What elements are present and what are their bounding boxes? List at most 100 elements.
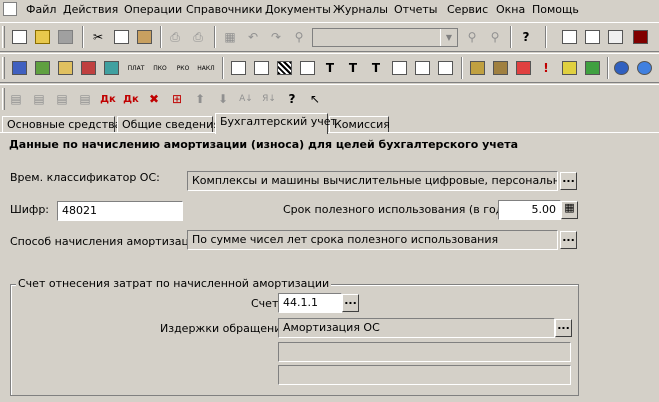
toolbar-separator xyxy=(510,26,512,48)
print-preview-icon[interactable]: ⎙ xyxy=(188,27,208,47)
costs-select-button[interactable]: ... xyxy=(555,319,572,337)
report-chess-icon[interactable] xyxy=(274,58,294,78)
search-combo[interactable]: ▼ xyxy=(312,28,458,47)
report-analysis-icon[interactable] xyxy=(435,58,455,78)
add-row-icon[interactable]: ▤ xyxy=(6,89,26,109)
report-text-icon[interactable]: T xyxy=(320,58,340,78)
report-balance-icon[interactable] xyxy=(228,58,248,78)
references-toolbar: ПЛАТ ПКО РКО НАКЛ T T T ! xyxy=(0,53,659,83)
toolbar-separator xyxy=(82,26,84,48)
book-icon[interactable] xyxy=(630,27,650,47)
find-icon[interactable]: ⚲ xyxy=(289,27,309,47)
tool-settings-icon[interactable] xyxy=(490,58,510,78)
menu-operations[interactable]: Операции xyxy=(124,3,182,16)
account-select-button[interactable]: ... xyxy=(342,294,359,312)
payment-order-icon[interactable]: ПЛАТ xyxy=(124,58,148,78)
account-card-icon[interactable] xyxy=(78,58,98,78)
chart-of-accounts-icon[interactable] xyxy=(9,58,29,78)
save-icon[interactable] xyxy=(55,27,75,47)
method-select-button[interactable]: ... xyxy=(560,231,577,249)
menu-references[interactable]: Справочники xyxy=(186,3,262,16)
tab-fixed-assets[interactable]: Основные средства xyxy=(2,116,121,133)
invoice-icon[interactable]: НАКЛ xyxy=(196,58,216,78)
tool-mail-icon[interactable] xyxy=(559,58,579,78)
menu-service[interactable]: Сервис xyxy=(447,3,488,16)
tab-commission[interactable]: Комиссия xyxy=(329,116,390,133)
redo-icon[interactable]: ↷ xyxy=(266,27,286,47)
mark-delete-icon[interactable]: ✖ xyxy=(144,89,164,109)
menu-documents[interactable]: Документы xyxy=(265,3,331,16)
report-chart-icon[interactable] xyxy=(412,58,432,78)
edit-row-icon[interactable]: ▤ xyxy=(75,89,95,109)
menu-journals[interactable]: Журналы xyxy=(333,3,388,16)
menu-actions[interactable]: Действия xyxy=(63,3,118,16)
calculator-button[interactable]: ▦ xyxy=(561,201,578,219)
copy-icon[interactable] xyxy=(111,27,131,47)
tool-internet-icon[interactable] xyxy=(634,58,654,78)
menu-windows[interactable]: Окна xyxy=(496,3,525,16)
tool-globe-icon[interactable] xyxy=(611,58,631,78)
delete-row-icon[interactable]: ▤ xyxy=(52,89,72,109)
tool-export-icon[interactable] xyxy=(582,58,602,78)
report-grid-icon[interactable] xyxy=(297,58,317,78)
undo-icon[interactable]: ↶ xyxy=(243,27,263,47)
help-icon[interactable]: ? xyxy=(516,27,536,47)
expense-order-icon[interactable]: РКО xyxy=(173,58,193,78)
sort-descending-icon[interactable]: Я↓ xyxy=(259,89,279,109)
debit-credit-icon[interactable]: Дк xyxy=(98,89,118,109)
report-text3-icon[interactable]: T xyxy=(366,58,386,78)
tool-1c-icon[interactable] xyxy=(513,58,533,78)
classifier-field[interactable]: Комплексы и машины вычислительные цифров… xyxy=(187,171,558,191)
subconto-field-3[interactable] xyxy=(278,365,571,385)
properties-icon[interactable]: ▦ xyxy=(220,27,240,47)
search-next-icon[interactable]: ⚲ xyxy=(462,27,482,47)
cut-icon[interactable]: ✂ xyxy=(88,27,108,47)
toolbar-grip[interactable] xyxy=(2,26,5,48)
menu-file[interactable]: Файл xyxy=(26,3,56,16)
standard-toolbar: ✂ ⎙ ⎙ ▦ ↶ ↷ ⚲ ▼ ⚲ ⚲ ? xyxy=(0,22,659,52)
report-turnover-icon[interactable] xyxy=(251,58,271,78)
report-sheet-icon[interactable] xyxy=(389,58,409,78)
copy-row-icon[interactable]: ⊞ xyxy=(167,89,187,109)
tab-general-info[interactable]: Общие сведения xyxy=(117,116,220,133)
toolbar-grip[interactable] xyxy=(2,57,5,79)
calculator-icon[interactable] xyxy=(559,27,579,47)
section-title: Данные по начислению амортизации (износа… xyxy=(9,138,519,151)
receipt-order-icon[interactable]: ПКО xyxy=(150,58,170,78)
insert-row-icon[interactable]: ▤ xyxy=(29,89,49,109)
tool-users-icon[interactable] xyxy=(467,58,487,78)
account-label: Счет xyxy=(251,297,279,310)
app-icon[interactable] xyxy=(3,2,17,16)
tool-alarm-icon[interactable]: ! xyxy=(536,58,556,78)
menu-reports[interactable]: Отчеты xyxy=(394,3,437,16)
calendar-icon[interactable] xyxy=(582,27,602,47)
sort-ascending-icon[interactable]: A↓ xyxy=(236,89,256,109)
toolbar-grip[interactable] xyxy=(2,88,5,110)
move-down-icon[interactable]: ⬇ xyxy=(213,89,233,109)
method-field[interactable]: По сумме чисел лет срока полезного испол… xyxy=(187,230,558,250)
credit-debit-icon[interactable]: Дк xyxy=(121,89,141,109)
costs-field[interactable]: Амортизация ОС xyxy=(278,318,555,338)
paste-icon[interactable] xyxy=(134,27,154,47)
operations-icon[interactable] xyxy=(32,58,52,78)
tab-accounting[interactable]: Бухгалтерский учет xyxy=(215,113,337,134)
code-field[interactable]: 48021 xyxy=(57,201,183,221)
context-help-icon[interactable]: ? xyxy=(282,89,302,109)
report-text2-icon[interactable]: T xyxy=(343,58,363,78)
notes-icon[interactable] xyxy=(605,27,625,47)
subconto-field-2[interactable] xyxy=(278,342,571,362)
costs-label: Издержки обращения xyxy=(160,322,288,335)
move-up-icon[interactable]: ⬆ xyxy=(190,89,210,109)
print-icon[interactable]: ⎙ xyxy=(165,27,185,47)
classifier-select-button[interactable]: ... xyxy=(560,172,577,190)
journal-icon[interactable] xyxy=(55,58,75,78)
search-prev-icon[interactable]: ⚲ xyxy=(485,27,505,47)
account-field[interactable]: 44.1.1 xyxy=(278,293,342,313)
menu-help[interactable]: Помощь xyxy=(532,3,579,16)
open-folder-icon[interactable] xyxy=(32,27,52,47)
transactions-icon[interactable] xyxy=(101,58,121,78)
new-document-icon[interactable] xyxy=(9,27,29,47)
whats-this-icon[interactable]: ↖ xyxy=(305,89,325,109)
chevron-down-icon[interactable]: ▼ xyxy=(440,29,457,46)
useful-life-field[interactable]: 5.00 xyxy=(498,200,561,220)
